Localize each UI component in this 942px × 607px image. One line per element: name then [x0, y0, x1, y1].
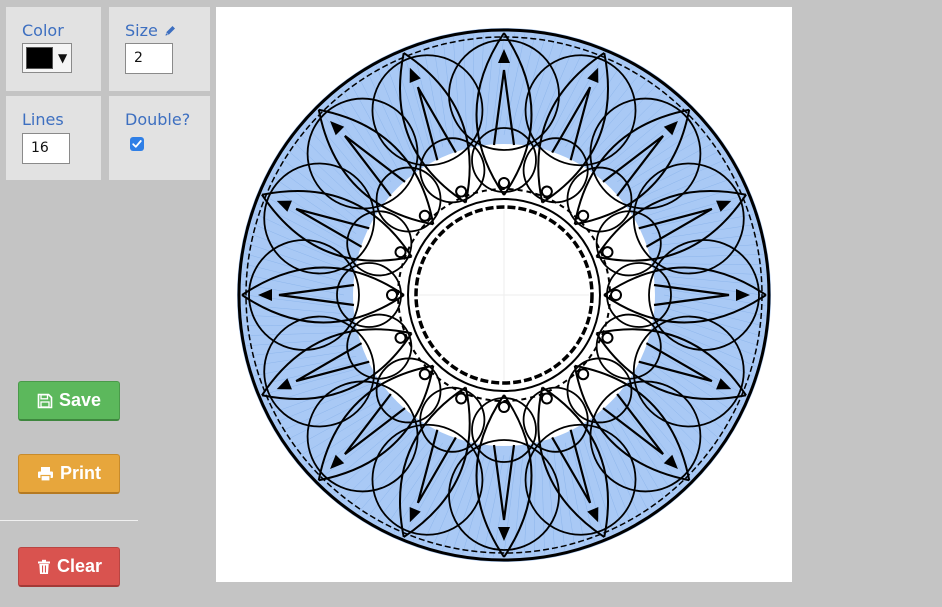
bead: [610, 289, 622, 301]
save-label: Save: [59, 390, 102, 410]
size-input[interactable]: 2: [125, 43, 173, 74]
bead: [386, 289, 398, 301]
double-panel: Double?: [109, 96, 210, 180]
color-picker[interactable]: ▼: [22, 43, 72, 73]
checkmark-icon: [132, 140, 142, 148]
lines-panel: Lines 16: [6, 96, 101, 180]
clear-label: Clear: [57, 556, 103, 576]
print-button[interactable]: Print: [18, 454, 120, 494]
color-swatch: [26, 47, 53, 69]
lines-input[interactable]: 16: [22, 133, 70, 164]
drawing-canvas[interactable]: [216, 7, 792, 582]
pencil-icon: [164, 26, 175, 37]
color-panel: Color ▼: [6, 7, 101, 91]
color-label: Color: [22, 21, 64, 40]
clear-button[interactable]: Clear: [18, 547, 120, 587]
caret-down-icon: ▼: [58, 51, 68, 65]
double-checkbox[interactable]: [130, 137, 144, 151]
print-label: Print: [60, 463, 102, 483]
bead: [498, 177, 510, 189]
bead: [498, 401, 510, 413]
floppy-disk-icon: [37, 393, 53, 408]
mandala-drawing: [237, 28, 771, 562]
lines-label: Lines: [22, 110, 64, 129]
trash-icon: [38, 559, 50, 574]
size-panel: Size 2: [109, 7, 210, 91]
printer-icon: [38, 466, 53, 482]
size-label-row: Size: [125, 22, 210, 40]
sidebar-divider: [0, 520, 138, 521]
save-button[interactable]: Save: [18, 381, 120, 421]
size-label: Size: [125, 21, 158, 40]
double-label: Double?: [125, 110, 191, 129]
